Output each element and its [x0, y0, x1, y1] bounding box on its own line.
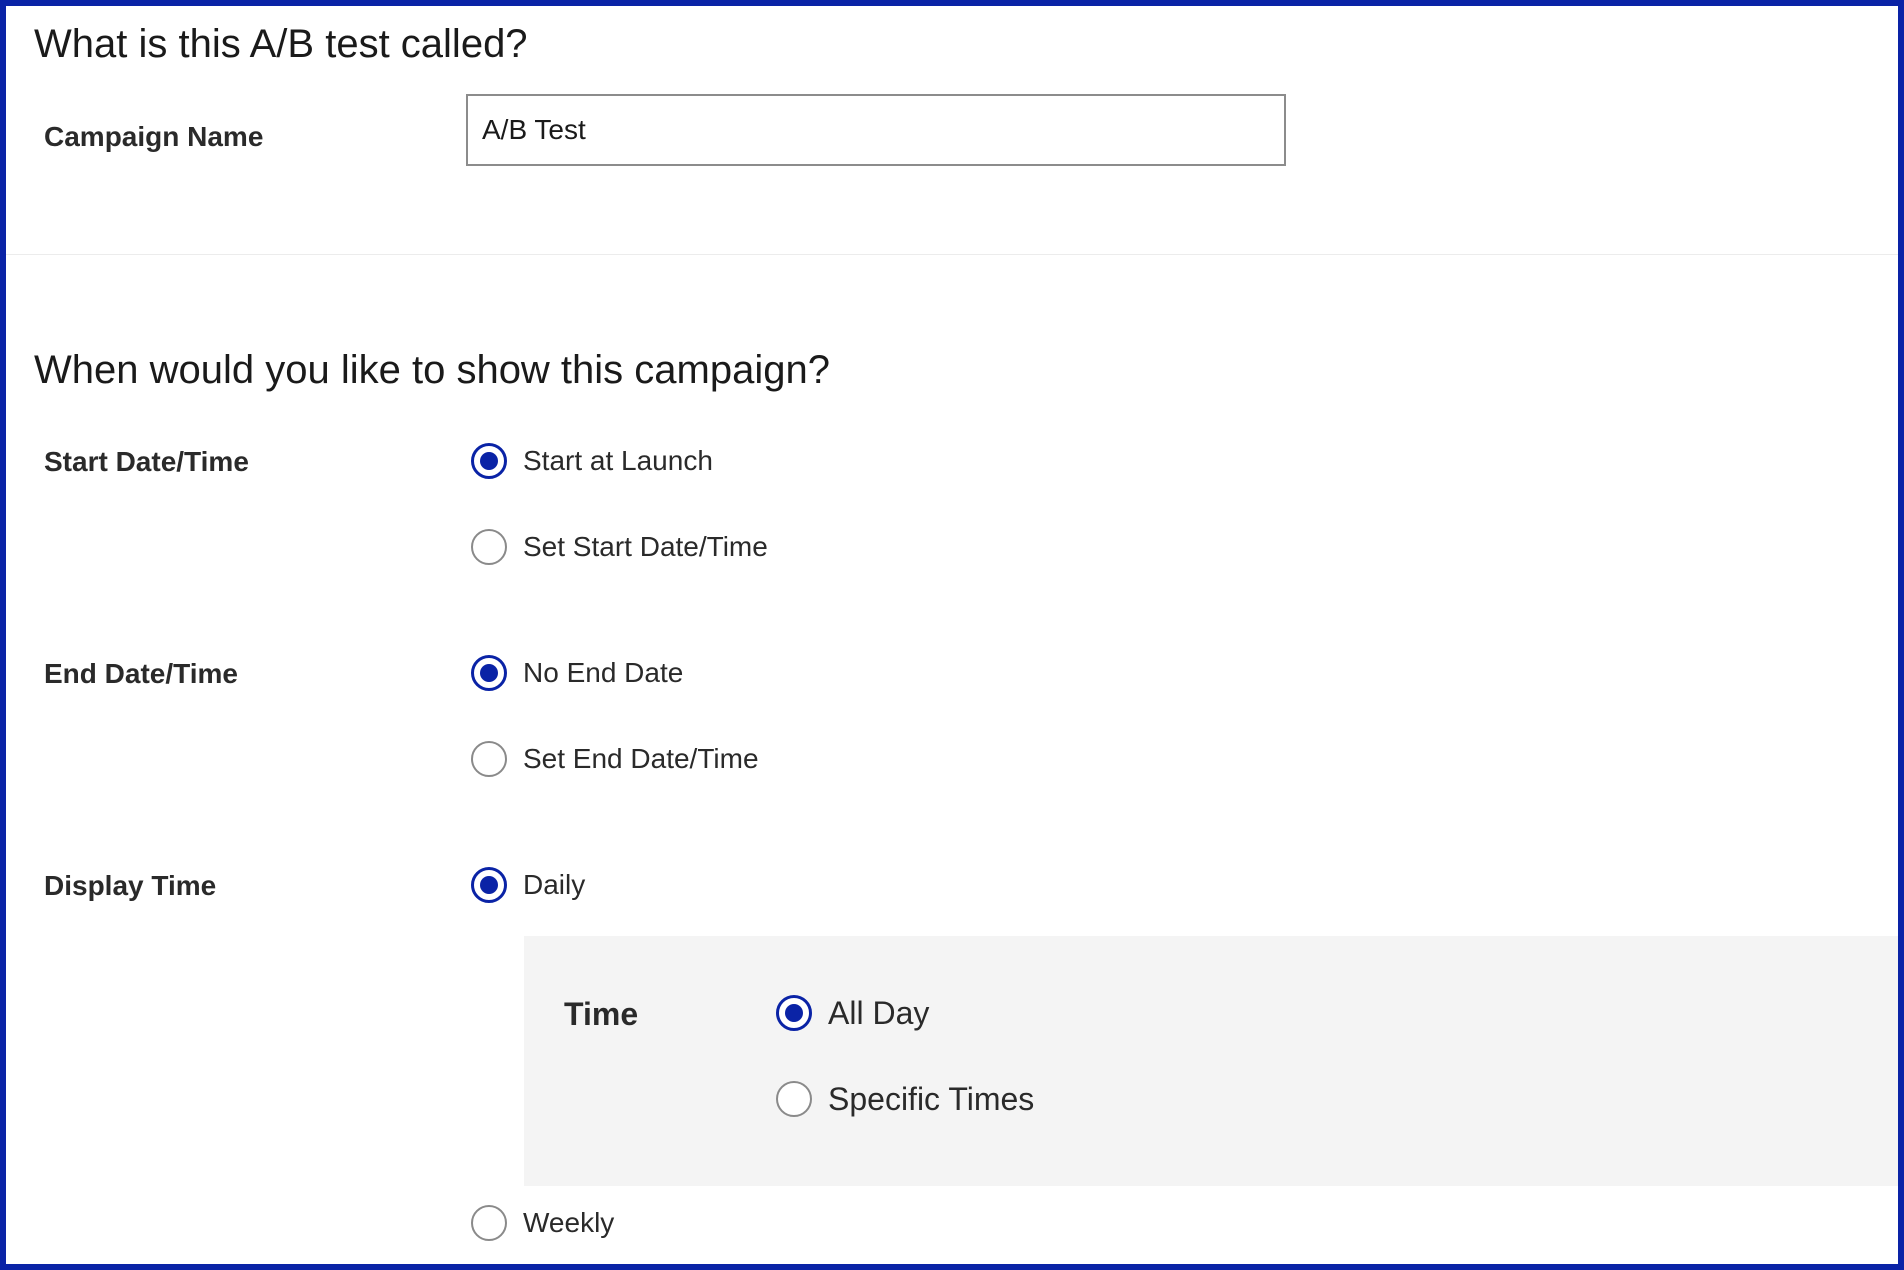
set-start-date-label: Set Start Date/Time	[523, 531, 768, 562]
name-section-heading: What is this A/B test called?	[34, 22, 528, 66]
all-day-label: All Day	[828, 995, 930, 1031]
campaign-name-input[interactable]	[466, 94, 1286, 166]
no-end-date-radio[interactable]	[471, 655, 507, 691]
end-date-label: End Date/Time	[44, 658, 238, 689]
daily-label: Daily	[523, 869, 586, 900]
schedule-section-heading: When would you like to show this campaig…	[34, 348, 830, 392]
set-end-date-radio[interactable]	[471, 741, 507, 777]
start-date-label: Start Date/Time	[44, 446, 249, 477]
daily-radio[interactable]	[471, 867, 507, 903]
start-at-launch-option[interactable]: Start at Launch	[471, 443, 713, 479]
no-end-date-label: No End Date	[523, 657, 684, 688]
daily-time-panel: Time All Day Specific Times	[524, 936, 1898, 1186]
weekly-option[interactable]: Weekly	[471, 1205, 614, 1241]
weekly-label: Weekly	[523, 1207, 615, 1238]
start-at-launch-radio[interactable]	[471, 443, 507, 479]
specific-times-option[interactable]: Specific Times	[776, 1081, 1034, 1117]
display-time-label: Display Time	[44, 870, 217, 901]
set-start-date-option[interactable]: Set Start Date/Time	[471, 529, 768, 565]
no-end-date-option[interactable]: No End Date	[471, 655, 683, 691]
all-day-option[interactable]: All Day	[776, 995, 929, 1031]
specific-times-radio[interactable]	[776, 1081, 812, 1117]
campaign-name-label: Campaign Name	[44, 121, 264, 152]
section-divider	[6, 254, 1898, 255]
daily-option[interactable]: Daily	[471, 867, 585, 903]
set-start-date-radio[interactable]	[471, 529, 507, 565]
weekly-radio[interactable]	[471, 1205, 507, 1241]
campaign-settings-form: What is this A/B test called? Campaign N…	[0, 0, 1904, 1270]
set-end-date-label: Set End Date/Time	[523, 743, 759, 774]
time-label: Time	[564, 996, 639, 1032]
set-end-date-option[interactable]: Set End Date/Time	[471, 741, 759, 777]
specific-times-label: Specific Times	[828, 1081, 1035, 1117]
all-day-radio[interactable]	[776, 995, 812, 1031]
start-at-launch-label: Start at Launch	[523, 445, 713, 476]
